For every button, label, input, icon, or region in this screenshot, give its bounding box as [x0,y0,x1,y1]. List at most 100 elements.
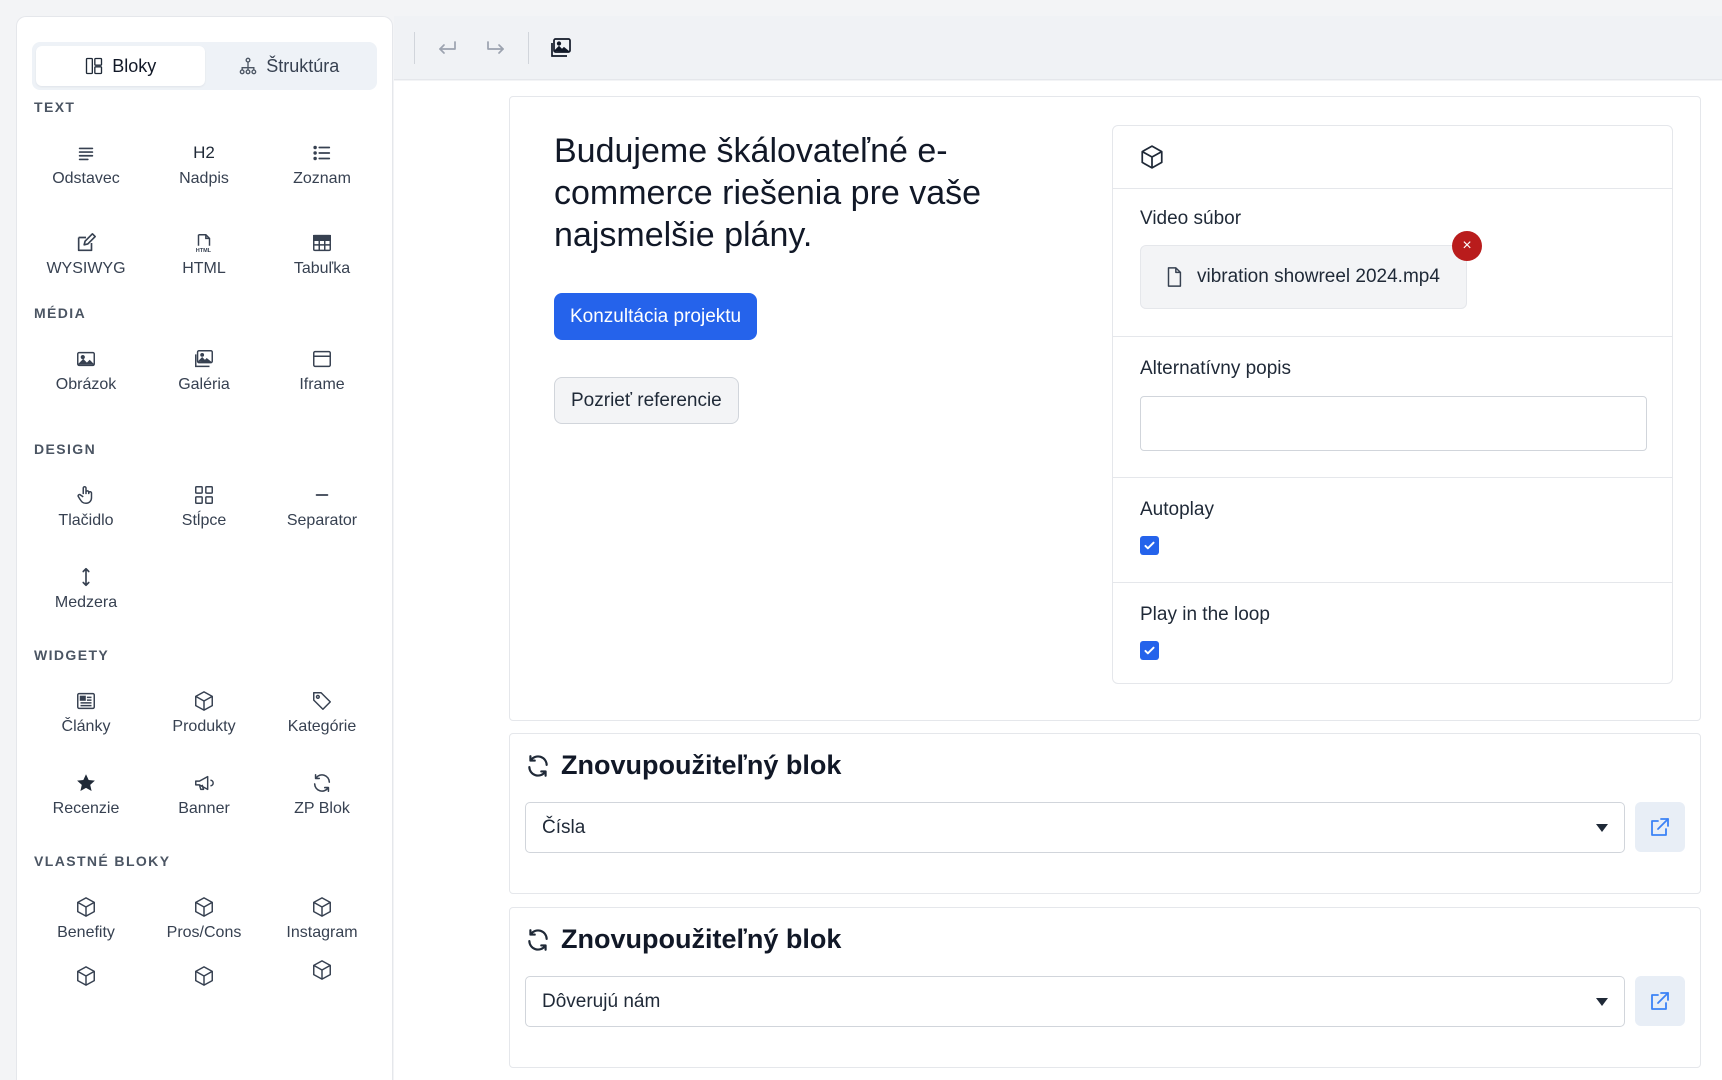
block-stlpce[interactable]: Stĺpce [145,471,263,543]
cube-icon [195,691,213,711]
block-label: Iframe [299,376,345,393]
external-link-icon [1651,818,1669,836]
reusable-block[interactable]: Znovupoužiteľný blok Čísla [509,733,1701,894]
tab-bloky[interactable]: Bloky [36,46,205,86]
tab-struktura[interactable]: Štruktúra [205,46,374,86]
block-iframe[interactable]: Iframe [263,335,381,407]
block-zp-blok[interactable]: ZP Blok [263,759,381,831]
block-tabulka[interactable]: Tabuľka [263,219,381,291]
block-label: Články [61,718,111,735]
svg-text:HTML: HTML [196,248,212,254]
block-label: Odstavec [52,170,120,187]
block-obrazok[interactable]: Obrázok [27,335,145,407]
pointer-hand-icon [77,486,93,504]
media-button[interactable] [545,32,577,64]
block-separator[interactable]: Separator [263,471,381,543]
block-label: Kategórie [287,718,357,735]
cube-icon [77,966,95,986]
selected-value: Dôverujú nám [542,990,661,1012]
consultation-button[interactable]: Konzultácia projektu [554,293,758,340]
block-wysiwyg[interactable]: WYSIWYG [27,219,145,291]
external-link-icon [1651,992,1669,1010]
block-label: Recenzie [52,800,120,817]
checkmark-icon [1144,541,1155,550]
reusable-block[interactable]: Znovupoužiteľný blok Dôverujú nám [509,907,1701,1068]
editor-toolbar [394,16,1722,80]
block-custom-partial[interactable] [145,965,263,1037]
star-icon [77,774,95,791]
block-benefity[interactable]: Benefity [27,883,145,955]
block-odstavec[interactable]: Odstavec [27,129,145,201]
blocks-sidebar: Bloky Štruktúra TEXT Odstavec H2 Nadpis … [16,16,393,1080]
undo-button[interactable] [431,32,463,64]
video-file-name: vibration showreel 2024.mp4 [1197,266,1440,287]
block-label: Separator [286,512,358,529]
list-icon [313,145,331,161]
cube-icon [195,897,213,917]
alt-text-input[interactable] [1140,396,1647,451]
block-medzera[interactable]: Medzera [27,553,145,625]
reusable-block-select[interactable]: Čísla [525,802,1625,853]
block-banner[interactable]: Banner [145,759,263,831]
block-label: Zoznam [293,170,351,187]
block-label: Galéria [178,376,230,393]
separator-icon [315,494,329,496]
loop-label: Play in the loop [1140,604,1270,625]
video-settings-panel: Video súbor vibration showreel 2024.mp4 … [1112,125,1673,684]
video-file-chip[interactable]: vibration showreel 2024.mp4 [1140,245,1467,309]
block-tlacidlo[interactable]: Tlačidlo [27,471,145,543]
open-external-button[interactable] [1635,976,1685,1026]
section-title-custom: VLASTNÉ BLOKY [34,853,171,869]
cube-icon [77,897,95,917]
gallery-icon [195,350,213,368]
hero-title[interactable]: Budujeme škálovateľné e-commerce riešeni… [554,130,1014,256]
block-produkty[interactable]: Produkty [145,677,263,749]
reusable-block-select[interactable]: Dôverujú nám [525,976,1625,1027]
chevron-down-icon [1596,998,1608,1006]
block-clanky[interactable]: Články [27,677,145,749]
block-galeria[interactable]: Galéria [145,335,263,407]
block-recenzie[interactable]: Recenzie [27,759,145,831]
iframe-icon [313,350,331,368]
redo-button[interactable] [480,32,512,64]
hierarchy-icon [239,57,257,75]
block-custom-partial[interactable] [263,959,381,1031]
loop-row: Play in the loop [1113,582,1672,685]
cube-icon [195,966,213,986]
block-custom-partial[interactable] [27,965,145,1037]
block-kategorie[interactable]: Kategórie [263,677,381,749]
edit-icon [77,233,96,252]
tab-label: Bloky [112,55,157,76]
image-icon [77,351,95,367]
section-title-widgets: WIDGETY [34,647,110,663]
open-external-button[interactable] [1635,802,1685,852]
chevron-down-icon [1596,824,1608,832]
remove-file-button[interactable]: × [1452,231,1482,261]
megaphone-icon [195,775,214,791]
references-button[interactable]: Pozrieť referencie [554,377,739,424]
hero-block[interactable]: Budujeme škálovateľné e-commerce riešeni… [509,96,1701,721]
vertical-arrows-icon [82,567,90,587]
block-pros-cons[interactable]: Pros/Cons [145,883,263,955]
autoplay-label: Autoplay [1140,499,1214,520]
video-file-row: Video súbor vibration showreel 2024.mp4 … [1113,188,1672,336]
heading-icon: H2 [193,143,215,162]
autoplay-row: Autoplay [1113,477,1672,582]
block-html[interactable]: HTML HTML [145,219,263,291]
reusable-block-header: Znovupoužiteľný blok [525,750,841,781]
tag-icon [313,692,331,710]
block-instagram[interactable]: Instagram [263,883,381,955]
cube-icon [313,960,331,980]
tab-label: Štruktúra [266,55,340,76]
block-zoznam[interactable]: Zoznam [263,129,381,201]
block-nadpis[interactable]: H2 Nadpis [145,129,263,201]
loop-checkbox[interactable] [1140,641,1159,660]
cube-icon [1139,144,1165,170]
reusable-block-title: Znovupoužiteľný blok [561,924,842,954]
block-label: ZP Blok [294,800,350,817]
section-title-media: MÉDIA [34,305,87,321]
block-label: Nadpis [179,170,229,187]
block-label: Obrázok [55,376,117,393]
autoplay-checkbox[interactable] [1140,536,1159,555]
block-label: Tabuľka [293,260,351,277]
